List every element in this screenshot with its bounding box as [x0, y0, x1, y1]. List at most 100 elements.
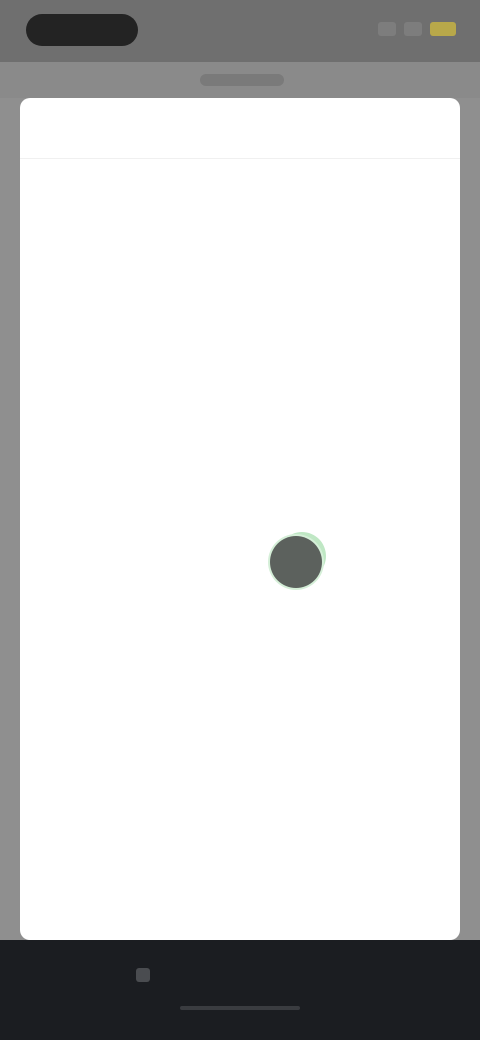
calendar-day-label — [158, 288, 210, 340]
calendar-day[interactable] — [212, 283, 268, 345]
calendar-day[interactable] — [268, 469, 324, 531]
calendar-grid — [44, 283, 436, 655]
calendar-day[interactable] — [100, 593, 156, 655]
calendar-day-label — [382, 412, 434, 464]
calendar-day[interactable] — [100, 345, 156, 407]
calendar-day[interactable] — [380, 593, 436, 655]
calendar-day-label — [158, 536, 210, 588]
calendar-day-label — [270, 412, 322, 464]
calendar-day-label — [326, 412, 378, 464]
calendar-day[interactable] — [212, 531, 268, 593]
calendar-day-label — [46, 598, 98, 650]
weekday-label — [337, 173, 377, 199]
home-indicator-bar[interactable] — [180, 1006, 300, 1010]
calendar-day-selected[interactable] — [268, 531, 324, 593]
calendar-day[interactable] — [212, 593, 268, 655]
calendar-day[interactable] — [44, 469, 100, 531]
calendar-day[interactable] — [324, 407, 380, 469]
calendar-day-label — [214, 288, 266, 340]
calendar-day[interactable] — [324, 283, 380, 345]
calendar-day-label — [46, 350, 98, 402]
calendar-day-label — [158, 474, 210, 526]
calendar-day[interactable] — [156, 407, 212, 469]
calendar-day[interactable] — [44, 283, 100, 345]
calendar-day[interactable] — [324, 469, 380, 531]
date-picker-sheet — [20, 98, 460, 940]
calendar-day[interactable] — [380, 283, 436, 345]
calendar-day-label — [102, 412, 154, 464]
weekday-label — [44, 173, 84, 199]
calendar-day-label — [326, 474, 378, 526]
calendar-day[interactable] — [156, 283, 212, 345]
calendar-day-label — [158, 598, 210, 650]
calendar-day[interactable] — [324, 345, 380, 407]
calendar-day[interactable] — [100, 469, 156, 531]
calendar-day[interactable] — [156, 345, 212, 407]
weekday-label — [396, 173, 436, 199]
calendar-day[interactable] — [44, 593, 100, 655]
calendar-day[interactable] — [212, 345, 268, 407]
calendar-day-label — [214, 536, 266, 588]
calendar-day[interactable] — [212, 407, 268, 469]
wifi-icon — [404, 22, 422, 36]
month-label — [40, 235, 460, 259]
calendar-day[interactable] — [44, 345, 100, 407]
weekday-label — [220, 173, 260, 199]
calendar-day[interactable] — [268, 593, 324, 655]
calendar-day-label — [326, 350, 378, 402]
calendar-day-label — [270, 598, 322, 650]
calendar-day-label — [46, 412, 98, 464]
calendar-day-label — [326, 598, 378, 650]
calendar-day-label — [270, 536, 322, 588]
app-header — [0, 62, 480, 98]
nav-home-icon[interactable] — [136, 968, 150, 982]
calendar-day-label — [46, 536, 98, 588]
calendar-day-label — [214, 474, 266, 526]
calendar-day[interactable] — [268, 345, 324, 407]
calendar-day-label — [158, 412, 210, 464]
calendar-day-label — [326, 288, 378, 340]
calendar-day[interactable] — [380, 531, 436, 593]
phone-screen — [0, 0, 480, 1040]
calendar-day[interactable] — [44, 407, 100, 469]
calendar-day-label — [382, 350, 434, 402]
calendar-day[interactable] — [380, 469, 436, 531]
sheet-header — [20, 98, 460, 159]
status-time — [26, 14, 138, 46]
calendar-day-label — [46, 288, 98, 340]
calendar-day[interactable] — [100, 283, 156, 345]
weekday-label — [279, 173, 319, 199]
calendar-day-label — [270, 474, 322, 526]
calendar-day[interactable] — [100, 531, 156, 593]
calendar-day[interactable] — [212, 469, 268, 531]
calendar-day[interactable] — [324, 593, 380, 655]
calendar-day[interactable] — [268, 407, 324, 469]
calendar-day-label — [214, 598, 266, 650]
calendar-day[interactable] — [156, 531, 212, 593]
calendar-day[interactable] — [268, 283, 324, 345]
calendar-day-label — [326, 536, 378, 588]
weekday-label — [103, 173, 143, 199]
weekday-label — [161, 173, 201, 199]
calendar-day-label — [382, 598, 434, 650]
signal-icon — [378, 22, 396, 36]
status-bar — [0, 0, 480, 62]
calendar-day[interactable] — [380, 407, 436, 469]
calendar-day[interactable] — [156, 593, 212, 655]
calendar-day[interactable] — [156, 469, 212, 531]
calendar-day[interactable] — [100, 407, 156, 469]
calendar-day-label — [102, 350, 154, 402]
calendar-day-label — [102, 474, 154, 526]
battery-icon — [430, 22, 456, 36]
calendar-day-label — [214, 350, 266, 402]
status-icons — [378, 22, 456, 36]
calendar-day[interactable] — [380, 345, 436, 407]
calendar-day-label — [382, 474, 434, 526]
calendar-day[interactable] — [44, 531, 100, 593]
calendar-day-label — [102, 598, 154, 650]
calendar-day-label — [382, 536, 434, 588]
calendar-day[interactable] — [324, 531, 380, 593]
calendar-day-label — [46, 474, 98, 526]
calendar-day-label — [102, 536, 154, 588]
system-nav-bar — [0, 940, 480, 1040]
